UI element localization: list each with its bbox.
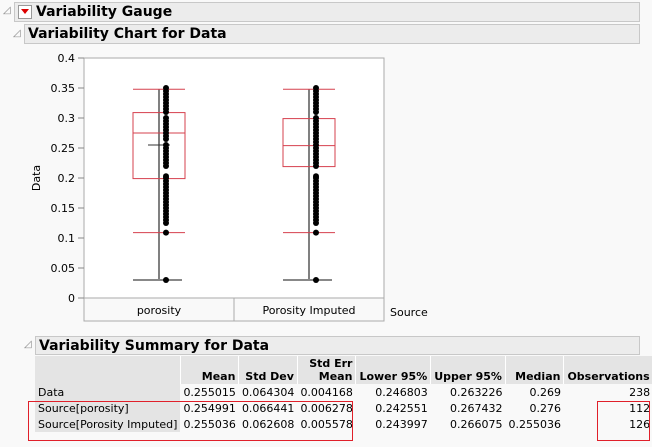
y-tick-label: 0: [68, 292, 75, 305]
data-point: [163, 115, 169, 121]
data-point: [313, 173, 319, 180]
category-label: porosity: [137, 304, 182, 317]
table-cell: 0.243997: [375, 417, 428, 431]
table-cell: 0.004168: [300, 385, 353, 399]
data-point: [163, 142, 169, 148]
data-point: [163, 229, 169, 236]
category-label: Porosity Imputed: [262, 304, 355, 317]
data-point: [313, 115, 319, 121]
table-cell: 0.276: [529, 401, 561, 415]
y-tick-label: 0.4: [58, 52, 76, 65]
gauge-title: Variability Gauge: [36, 4, 173, 20]
row-label: Data: [35, 384, 181, 400]
table-cell: 0.242551: [375, 401, 428, 415]
header-upper-95: Upper 95%: [430, 356, 506, 384]
table-cell: 0.064304: [241, 385, 295, 399]
table-cell: 0.255015: [183, 385, 236, 399]
chart-outline-header[interactable]: Variability Chart for Data: [24, 24, 640, 44]
header-text: Mean: [318, 370, 353, 383]
data-point: [163, 85, 169, 91]
y-tick-label: 0.35: [51, 82, 76, 95]
header-label: [35, 356, 181, 384]
header-mean: Mean: [180, 356, 240, 384]
table-cell: 0.266075: [449, 417, 503, 431]
header-std-dev: Std Dev: [238, 356, 298, 384]
highlight-box: [28, 401, 353, 441]
disclosure-icon[interactable]: ◿: [3, 5, 11, 16]
summary-title: Variability Summary for Data: [39, 337, 270, 354]
data-point: [163, 277, 169, 283]
summary-outline-header[interactable]: Variability Summary for Data: [35, 336, 640, 355]
y-tick-label: 0.1: [58, 232, 76, 245]
header-median: Median: [505, 356, 565, 384]
y-tick-label: 0.15: [51, 202, 76, 215]
data-point: [313, 85, 319, 91]
x-axis-label: Source: [390, 306, 428, 319]
disclosure-icon[interactable]: ◿: [13, 28, 21, 39]
y-axis-label: Data: [30, 165, 43, 191]
data-point: [313, 277, 319, 283]
table-header-row: Mean Std Dev Std Err Mean Lower 95% Upper…: [35, 356, 652, 384]
table-cell: 238: [629, 385, 651, 399]
header-observations: Observations: [563, 356, 652, 384]
plot-frame: [83, 57, 385, 299]
header-std-err-mean: Std Err Mean: [297, 356, 357, 384]
table-row: Data 0.255015 0.064304 0.004168 0.246803 0.26…: [35, 384, 652, 400]
variability-chart: 0 0.05 0.1 0.15 0.2 0.25 0.3 0.35 0.4 Data Source p…: [30, 52, 428, 322]
data-point: [163, 173, 169, 180]
data-point: [313, 229, 319, 236]
table-cell: 0.267432: [449, 401, 503, 415]
table-cell: 0.263226: [449, 385, 503, 399]
chart-title: Variability Chart for Data: [28, 26, 227, 42]
table-cell: 0.269: [529, 385, 561, 399]
y-tick-label: 0.05: [51, 262, 76, 275]
table-cell: 0.255036: [508, 417, 561, 431]
table-cell: 0.246803: [375, 385, 428, 399]
gauge-outline-header[interactable]: Variability Gauge: [14, 2, 640, 22]
y-tick-label: 0.3: [58, 112, 76, 125]
header-lower-95: Lower 95%: [355, 356, 432, 384]
red-triangle-menu-icon[interactable]: [18, 5, 32, 19]
y-tick-label: 0.25: [51, 142, 76, 155]
highlight-box: [597, 401, 650, 441]
header-text: Std Err: [309, 357, 353, 370]
y-tick-label: 0.2: [58, 172, 76, 185]
disclosure-icon[interactable]: ◿: [24, 339, 32, 350]
